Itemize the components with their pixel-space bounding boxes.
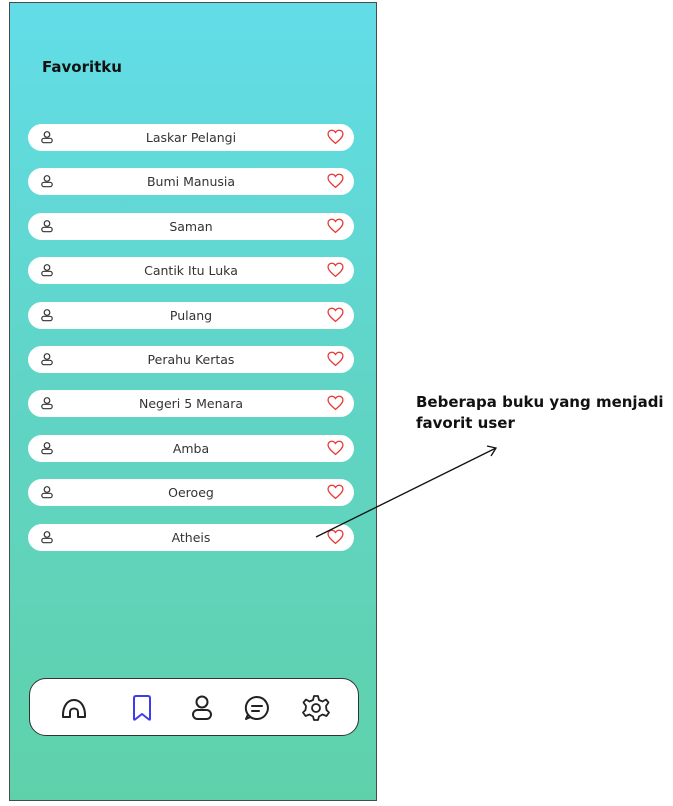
- bookmark-icon[interactable]: [127, 693, 157, 723]
- favorite-item[interactable]: Saman: [28, 212, 354, 240]
- favorite-item[interactable]: Bumi Manusia: [28, 168, 354, 196]
- user-icon: [41, 175, 53, 188]
- bottom-nav: [29, 678, 359, 736]
- heart-icon[interactable]: [327, 484, 344, 500]
- home-icon[interactable]: [59, 693, 89, 723]
- heart-icon[interactable]: [327, 351, 344, 367]
- favorite-title: Negeri 5 Menara: [138, 396, 244, 412]
- annotation-text: Beberapa buku yang menjadi favorit user: [416, 393, 664, 432]
- heart-icon[interactable]: [327, 307, 344, 323]
- heart-icon[interactable]: [327, 173, 344, 189]
- favorites-list: Laskar Pelangi Bumi Manusia Saman Cantik…: [28, 124, 354, 568]
- user-icon[interactable]: [187, 693, 217, 723]
- favorite-title: Bumi Manusia: [146, 174, 236, 190]
- favorite-item[interactable]: Pulang: [28, 301, 354, 329]
- heart-icon[interactable]: [327, 529, 344, 545]
- favorite-title: Cantik Itu Luka: [144, 263, 238, 279]
- heart-icon[interactable]: [327, 129, 344, 145]
- favorite-item[interactable]: Atheis: [28, 523, 354, 551]
- heart-icon[interactable]: [327, 218, 344, 234]
- favorite-item[interactable]: Cantik Itu Luka: [28, 257, 354, 285]
- favorite-item[interactable]: Oeroeg: [28, 479, 354, 507]
- favorite-title: Atheis: [171, 529, 211, 545]
- user-icon: [41, 219, 53, 233]
- favorite-item[interactable]: Amba: [28, 434, 354, 462]
- phone-screen: Favoritku Laskar Pelangi Bumi Manusia Sa…: [9, 2, 377, 801]
- user-icon: [41, 264, 53, 277]
- heart-icon[interactable]: [327, 395, 344, 411]
- user-icon: [41, 530, 53, 543]
- favorite-title: Laskar Pelangi: [145, 130, 237, 145]
- user-icon: [41, 486, 53, 499]
- favorite-title: Pulang: [169, 307, 213, 323]
- favorite-item[interactable]: Laskar Pelangi: [28, 124, 354, 151]
- favorite-title: Amba: [172, 440, 210, 456]
- heart-icon[interactable]: [327, 440, 344, 456]
- favorite-title: Saman: [169, 218, 213, 234]
- user-icon: [41, 131, 53, 144]
- favorite-item[interactable]: Perahu Kertas: [28, 345, 354, 373]
- user-icon: [41, 441, 53, 455]
- favorite-title: Perahu Kertas: [147, 351, 235, 367]
- user-icon: [41, 397, 53, 410]
- user-icon: [41, 353, 53, 366]
- page-title: Favoritku: [42, 58, 122, 76]
- chat-icon[interactable]: [242, 693, 272, 723]
- settings-icon[interactable]: [301, 693, 331, 723]
- favorite-title: Oeroeg: [168, 485, 214, 501]
- user-icon: [41, 308, 53, 321]
- favorite-item[interactable]: Negeri 5 Menara: [28, 390, 354, 418]
- heart-icon[interactable]: [327, 262, 344, 278]
